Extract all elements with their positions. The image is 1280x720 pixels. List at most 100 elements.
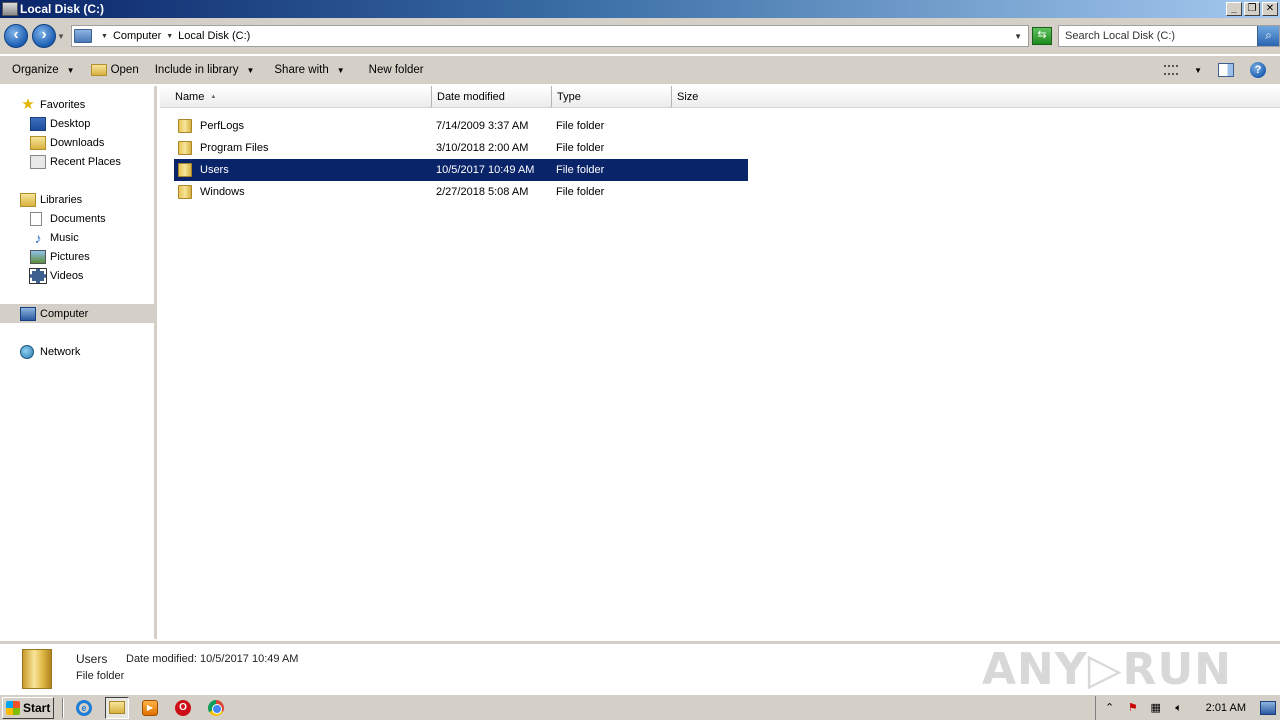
folder-icon xyxy=(22,649,52,689)
breadcrumb-arrow[interactable]: ▼ xyxy=(166,33,173,40)
file-row-selected[interactable]: Users 10/5/2017 10:49 AM File folder xyxy=(174,159,748,181)
new-folder-label: New folder xyxy=(368,64,424,76)
file-date: 10/5/2017 10:49 AM xyxy=(436,164,535,176)
nav-downloads[interactable]: Downloads xyxy=(0,133,157,152)
sort-ascending-icon: ▲ xyxy=(210,93,217,100)
column-label: Size xyxy=(677,90,699,103)
share-with-label: Share with xyxy=(274,64,329,76)
column-header-size[interactable]: Size xyxy=(672,86,752,108)
search-placeholder: Search Local Disk (C:) xyxy=(1065,30,1176,42)
computer-icon xyxy=(74,29,92,43)
drive-icon xyxy=(2,2,18,16)
folder-icon xyxy=(178,119,192,133)
taskbar-separator xyxy=(62,697,64,718)
nav-libraries[interactable]: Libraries xyxy=(0,190,157,209)
system-tray: ⌃ ⚑ ▦ 🔈︎ 2:01 AM xyxy=(1094,696,1280,720)
nav-favorites[interactable]: ★ Favorites xyxy=(0,95,157,114)
downloads-icon xyxy=(30,135,46,150)
internet-explorer-icon: e xyxy=(76,699,92,716)
nav-network[interactable]: Network xyxy=(0,342,157,361)
address-bar[interactable]: ▼ Computer ▼ Local Disk (C:) ▼ xyxy=(71,25,1029,47)
file-type: File folder xyxy=(556,164,605,176)
include-in-library-button[interactable]: Include in library ▼ xyxy=(149,56,265,84)
nav-videos[interactable]: Videos xyxy=(0,266,157,285)
nav-label: Computer xyxy=(40,307,89,320)
new-folder-button[interactable]: New folder xyxy=(355,56,434,84)
help-icon[interactable]: ? xyxy=(1250,62,1266,78)
taskbar-explorer[interactable] xyxy=(105,696,129,719)
file-name: PerfLogs xyxy=(200,120,245,132)
command-bar: Organize ▼ Open Include in library ▼ Sha… xyxy=(0,56,1280,84)
nav-recent-places[interactable]: Recent Places xyxy=(0,152,157,171)
show-desktop-icon[interactable] xyxy=(1260,701,1276,715)
taskbar-internet-explorer[interactable]: e xyxy=(72,697,96,719)
network-status-icon[interactable]: ▦ xyxy=(1148,700,1164,716)
nav-label: Desktop xyxy=(50,117,91,130)
taskbar: Start e ▶ O ⌃ ⚑ ▦ 🔈︎ 2:01 AM xyxy=(0,694,1280,720)
taskbar-media-player[interactable]: ▶ xyxy=(138,697,162,719)
change-view-icon[interactable] xyxy=(1164,65,1179,75)
opera-icon: O xyxy=(175,699,191,716)
organize-button[interactable]: Organize ▼ xyxy=(0,56,85,84)
network-icon xyxy=(20,344,34,359)
back-button[interactable]: ‹ xyxy=(4,24,28,48)
window-title: Local Disk (C:) xyxy=(20,2,105,16)
music-icon: ♪ xyxy=(34,229,42,246)
volume-icon[interactable]: 🔈︎ xyxy=(1171,700,1187,716)
file-date: 2/27/2018 5:08 AM xyxy=(436,186,529,198)
refresh-button[interactable]: ⇆ xyxy=(1032,27,1052,45)
taskbar-opera[interactable]: O xyxy=(171,697,195,719)
view-dropdown-icon[interactable]: ▼ xyxy=(1194,66,1202,75)
nav-pictures[interactable]: Pictures xyxy=(0,247,157,266)
nav-label: Documents xyxy=(50,212,106,225)
minimize-button[interactable]: _ xyxy=(1226,2,1242,16)
search-input[interactable]: Search Local Disk (C:) ⌕ xyxy=(1058,25,1280,47)
nav-music[interactable]: ♪ Music xyxy=(0,228,157,247)
file-type: File folder xyxy=(556,186,605,198)
nav-label: Network xyxy=(40,345,81,358)
breadcrumb-local-disk[interactable]: Local Disk (C:) xyxy=(178,30,250,42)
pictures-icon xyxy=(30,249,46,264)
breadcrumb-arrow[interactable]: ▼ xyxy=(101,33,108,40)
column-header-type[interactable]: Type xyxy=(552,86,672,108)
file-row[interactable]: Windows 2/27/2018 5:08 AM File folder xyxy=(174,181,748,203)
recent-pages-dropdown[interactable]: ▼ xyxy=(57,32,67,41)
star-icon: ★ xyxy=(21,95,35,113)
forward-button[interactable]: › xyxy=(32,24,56,48)
file-name: Windows xyxy=(200,186,245,198)
close-button[interactable]: ✕ xyxy=(1262,2,1278,16)
nav-documents[interactable]: Documents xyxy=(0,209,157,228)
nav-label: Pictures xyxy=(50,250,90,263)
nav-computer[interactable]: Computer xyxy=(0,304,157,323)
breadcrumb-computer[interactable]: Computer xyxy=(113,30,161,42)
action-center-icon[interactable]: ⚑ xyxy=(1125,700,1141,716)
start-label: Start xyxy=(23,700,51,715)
file-row[interactable]: Program Files 3/10/2018 2:00 AM File fol… xyxy=(174,137,748,159)
media-player-icon: ▶ xyxy=(142,699,158,716)
column-header-date-modified[interactable]: Date modified xyxy=(432,86,552,108)
file-date: 3/10/2018 2:00 AM xyxy=(436,142,529,154)
open-label: Open xyxy=(110,64,139,76)
show-hidden-icons-icon[interactable]: ⌃ xyxy=(1102,700,1118,716)
clock[interactable]: 2:01 AM xyxy=(1206,702,1246,714)
column-label: Name xyxy=(175,90,205,103)
address-row: ‹ › ▼ ▼ Computer ▼ Local Disk (C:) ▼ ⇆ S… xyxy=(0,18,1280,54)
file-row[interactable]: PerfLogs 7/14/2009 3:37 AM File folder xyxy=(174,115,748,137)
share-with-button[interactable]: Share with ▼ xyxy=(264,56,354,84)
chevron-down-icon: ▼ xyxy=(66,65,75,75)
windows-logo-icon xyxy=(6,700,20,715)
start-button[interactable]: Start xyxy=(2,696,54,719)
preview-pane-icon[interactable] xyxy=(1218,63,1234,77)
organize-label: Organize xyxy=(12,64,59,76)
include-in-library-label: Include in library xyxy=(154,64,239,76)
column-header-name[interactable]: Name ▲ xyxy=(160,86,432,108)
nav-desktop[interactable]: Desktop xyxy=(0,114,157,133)
folder-icon xyxy=(178,163,192,177)
address-dropdown[interactable]: ▼ xyxy=(1014,32,1022,41)
open-button[interactable]: Open xyxy=(85,56,149,84)
search-icon[interactable]: ⌕ xyxy=(1257,26,1279,46)
computer-icon xyxy=(20,306,36,321)
folder-open-icon xyxy=(90,64,107,76)
taskbar-chrome[interactable] xyxy=(204,697,228,719)
maximize-button[interactable]: ❐ xyxy=(1244,2,1260,16)
